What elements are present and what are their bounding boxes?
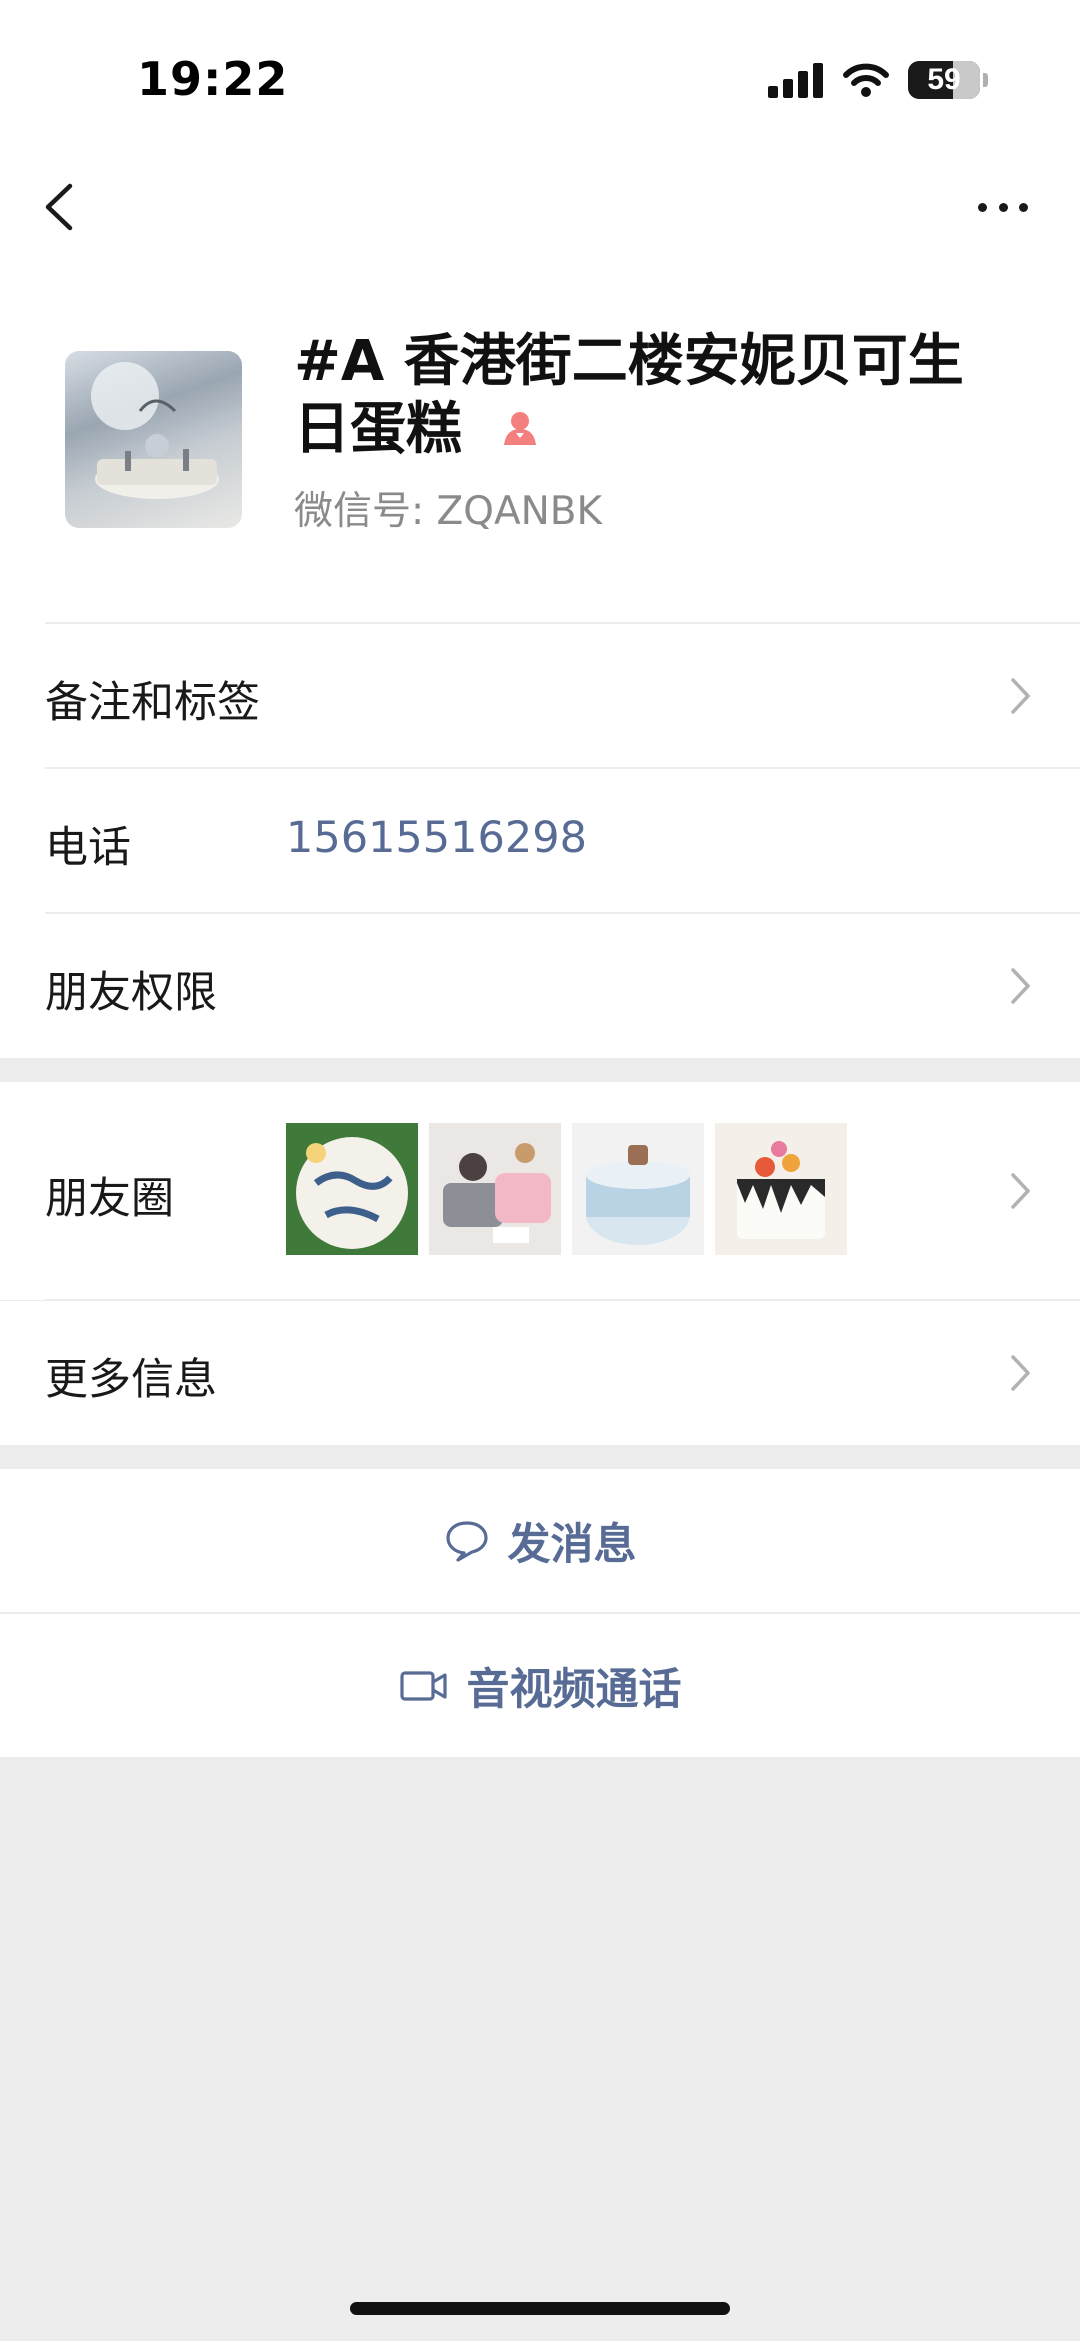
video-call-label: 音视频通话 — [466, 1664, 682, 1715]
contact-name-text: #A 香港街二楼安妮贝可生日蛋糕 — [294, 329, 964, 462]
row-phone: 电话 15615516298 — [0, 769, 1080, 913]
female-icon — [504, 411, 536, 445]
avatar[interactable] — [65, 351, 242, 528]
video-camera-icon — [399, 1670, 447, 1701]
row-friend-permissions[interactable]: 朋友权限 — [0, 914, 1080, 1058]
status-icons: 59 — [768, 58, 988, 102]
moments-photo — [286, 1123, 418, 1255]
chevron-right-icon — [1011, 1355, 1030, 1391]
chevron-right-icon — [1011, 1173, 1030, 1209]
moments-thumbnails[interactable] — [286, 1123, 847, 1255]
row-label: 更多信息 — [45, 1355, 217, 1405]
wifi-icon — [843, 63, 889, 97]
row-remarks-tags[interactable]: 备注和标签 — [0, 624, 1080, 768]
message-bubble-icon — [445, 1520, 488, 1562]
chevron-right-icon — [1011, 968, 1030, 1004]
battery-cap — [983, 73, 988, 87]
contact-name: #A 香港街二楼安妮贝可生日蛋糕 — [294, 328, 1014, 464]
row-label: 备注和标签 — [45, 678, 260, 728]
battery-level: 59 — [927, 63, 961, 96]
row-more-info[interactable]: 更多信息 — [0, 1301, 1080, 1445]
moments-photo — [429, 1123, 561, 1255]
home-indicator[interactable] — [350, 2302, 730, 2315]
signal-icon — [768, 63, 823, 98]
moments-photo — [572, 1123, 704, 1255]
status-time: 19:22 — [137, 52, 289, 106]
send-message-button[interactable]: 发消息 — [0, 1469, 1080, 1612]
battery-icon: 59 — [908, 61, 980, 99]
send-message-label: 发消息 — [507, 1519, 637, 1570]
back-icon[interactable] — [40, 182, 80, 232]
row-label: 朋友权限 — [45, 968, 217, 1018]
row-label: 电话 — [45, 823, 131, 873]
moments-photo — [715, 1123, 847, 1255]
chevron-right-icon — [1011, 678, 1030, 714]
phone-number-link[interactable]: 15615516298 — [286, 813, 587, 863]
row-label: 朋友圈 — [45, 1174, 174, 1224]
cake-avatar-image — [91, 362, 219, 499]
wechat-id: 微信号: ZQANBK — [294, 489, 603, 534]
more-icon[interactable] — [978, 190, 1028, 224]
video-call-button[interactable]: 音视频通话 — [0, 1614, 1080, 1757]
